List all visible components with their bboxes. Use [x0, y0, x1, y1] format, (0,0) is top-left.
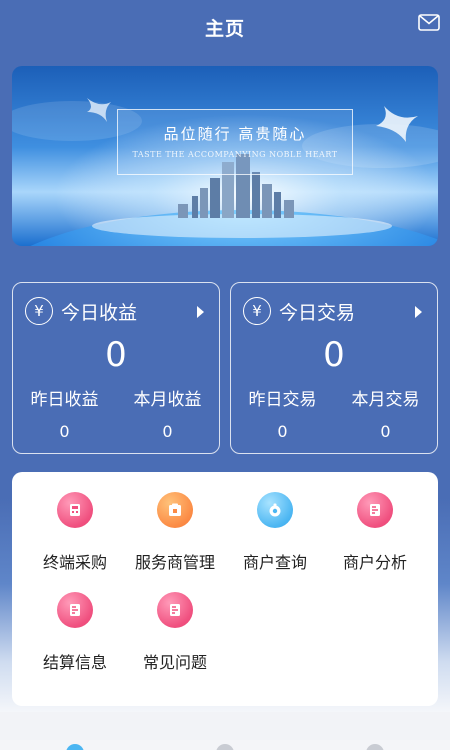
yesterday-revenue: 昨日收益 0 — [13, 385, 116, 441]
chevron-right-icon[interactable] — [196, 305, 205, 319]
today-transaction-value: 0 — [323, 335, 345, 375]
menu-item-settlement-info[interactable]: 结算信息 — [22, 592, 128, 673]
service-provider-icon — [157, 492, 193, 528]
yen-icon: ¥ — [25, 297, 53, 325]
stat-label: 昨日交易 — [248, 390, 317, 410]
card-title: 今日交易 — [279, 301, 356, 324]
menu-label: 商户分析 — [342, 553, 407, 572]
promo-banner[interactable]: 品位随行 高贵随心 TASTE THE ACCOMPANYING NOBLE H… — [12, 66, 438, 246]
menu-label: 结算信息 — [42, 653, 107, 672]
card-title: 今日收益 — [61, 301, 138, 324]
menu-item-merchant-search[interactable]: 商户查询 — [222, 492, 328, 573]
merchant-search-icon — [257, 492, 293, 528]
menu-label: 商户查询 — [242, 553, 307, 572]
function-menu: 终端采购 服务商管理 商户查询 商户分析 结算信息 常见问题 — [12, 472, 438, 706]
menu-label: 常见问题 — [142, 653, 207, 672]
banner-slogan-english: TASTE THE ACCOMPANYING NOBLE HEART — [132, 150, 338, 159]
card-header: ¥ 今日交易 — [243, 297, 355, 325]
card-header: ¥ 今日收益 — [25, 297, 137, 325]
faq-icon — [157, 592, 193, 628]
settlement-icon — [57, 592, 93, 628]
transaction-sub-stats: 昨日交易 0 本月交易 0 — [231, 385, 437, 441]
month-revenue: 本月收益 0 — [116, 385, 219, 441]
banner-slogan-box: 品位随行 高贵随心 TASTE THE ACCOMPANYING NOBLE H… — [117, 109, 353, 175]
page-title: 主页 — [204, 17, 245, 40]
menu-item-faq[interactable]: 常见问题 — [122, 592, 228, 673]
mail-icon[interactable] — [418, 14, 440, 31]
stat-label: 本月交易 — [351, 390, 420, 410]
app-header: 主页 — [0, 0, 450, 54]
month-transaction: 本月交易 0 — [334, 385, 437, 441]
today-transaction-card[interactable]: ¥ 今日交易 0 昨日交易 0 本月交易 0 — [230, 282, 438, 454]
stat-value: 0 — [277, 422, 288, 441]
stat-label: 昨日收益 — [30, 390, 99, 410]
stat-value: 0 — [162, 422, 173, 441]
yen-icon: ¥ — [243, 297, 271, 325]
terminal-icon — [57, 492, 93, 528]
stat-value: 0 — [380, 422, 391, 441]
today-revenue-value: 0 — [105, 335, 127, 375]
revenue-sub-stats: 昨日收益 0 本月收益 0 — [13, 385, 219, 441]
banner-slogan: 品位随行 高贵随心 — [163, 125, 307, 143]
menu-label: 服务商管理 — [134, 553, 215, 572]
stat-value: 0 — [59, 422, 70, 441]
menu-item-merchant-analysis[interactable]: 商户分析 — [322, 492, 428, 573]
chevron-right-icon[interactable] — [414, 305, 423, 319]
menu-item-service-provider[interactable]: 服务商管理 — [122, 492, 228, 573]
yesterday-transaction: 昨日交易 0 — [231, 385, 334, 441]
menu-label: 终端采购 — [42, 553, 107, 572]
merchant-analysis-icon — [357, 492, 393, 528]
today-revenue-card[interactable]: ¥ 今日收益 0 昨日收益 0 本月收益 0 — [12, 282, 220, 454]
menu-item-terminal-purchase[interactable]: 终端采购 — [22, 492, 128, 573]
stat-label: 本月收益 — [133, 390, 202, 410]
